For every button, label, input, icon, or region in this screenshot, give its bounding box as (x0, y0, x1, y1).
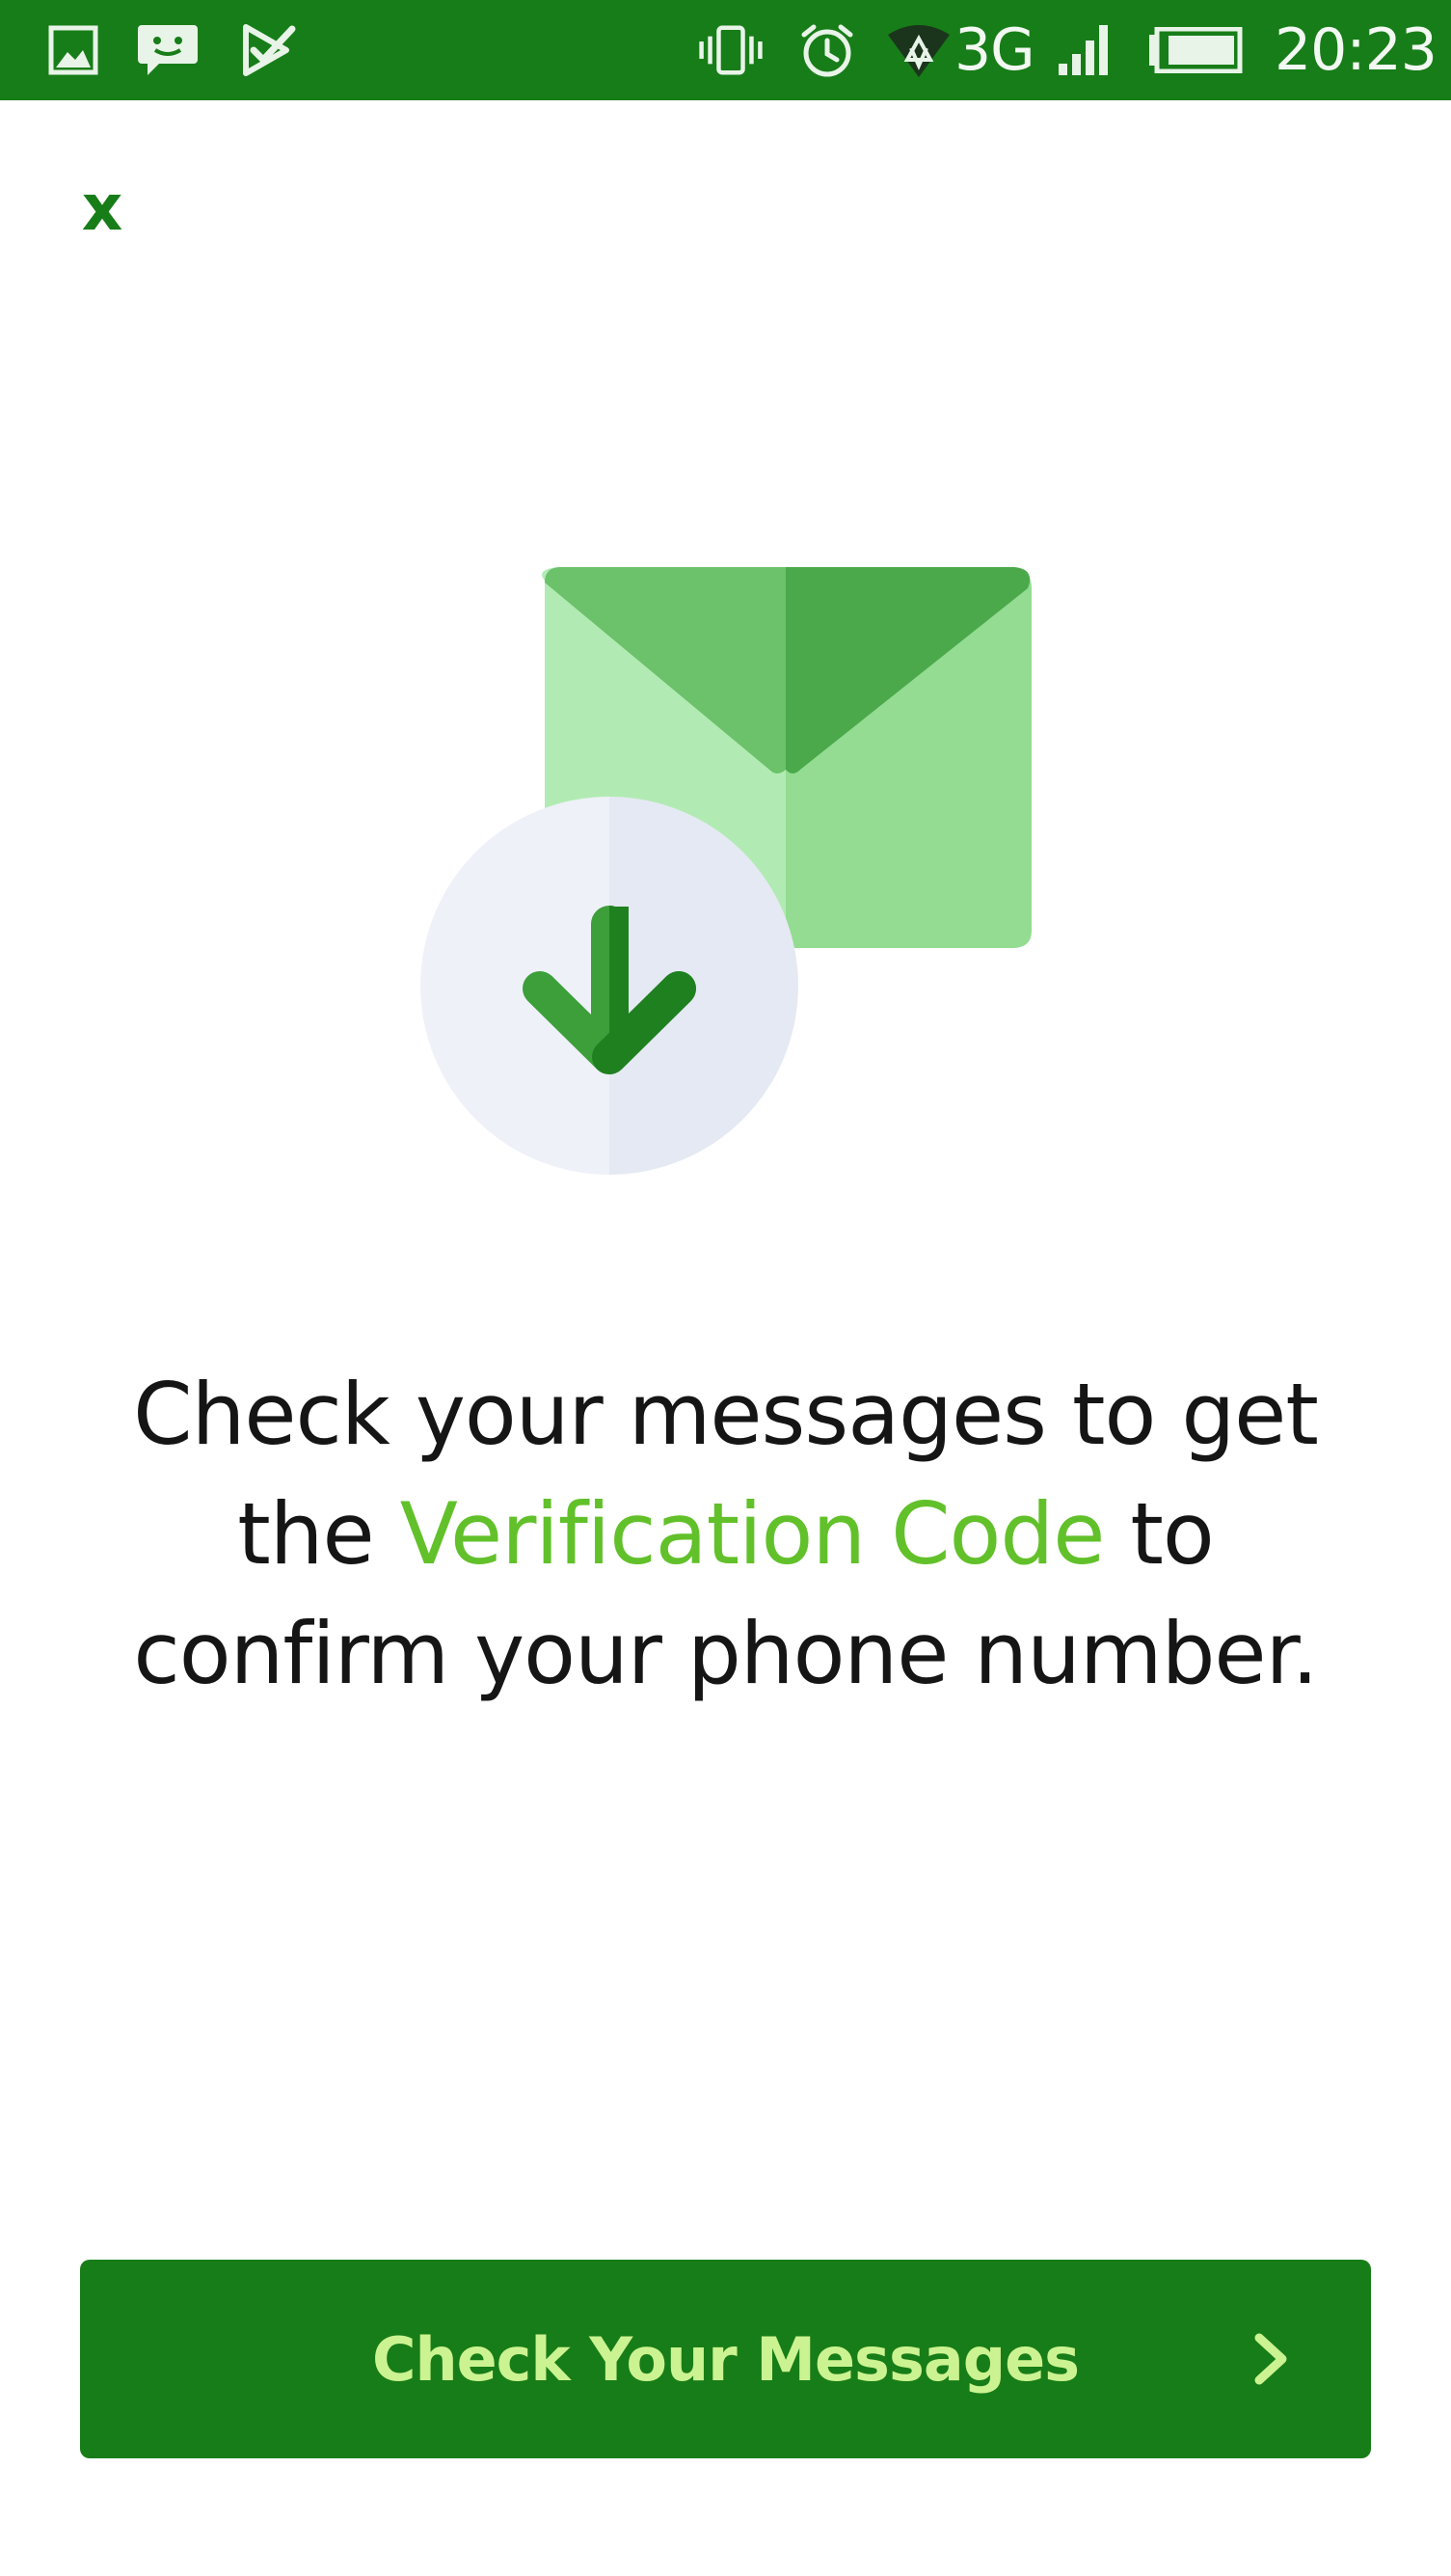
chevron-right-icon (1254, 2333, 1287, 2385)
download-circle-icon (420, 797, 798, 1175)
task-icon (236, 17, 302, 83)
clock: 20:23 (1275, 16, 1438, 84)
vibrate-icon (698, 17, 764, 83)
network-type: 3G (954, 16, 1035, 84)
check-messages-label: Check Your Messages (371, 2323, 1080, 2395)
message-download-illustration (415, 559, 1041, 1181)
wifi-icon (885, 17, 953, 83)
check-messages-button[interactable]: Check Your Messages (80, 2260, 1371, 2458)
battery-icon (1147, 17, 1244, 83)
alarm-icon (794, 17, 860, 83)
chat-icon (135, 17, 201, 83)
verification-code-highlight: Verification Code (399, 1484, 1106, 1584)
instruction-text: Check your messages to get the Verificat… (96, 1355, 1355, 1714)
close-label: x (81, 171, 123, 245)
close-button[interactable]: x (67, 174, 137, 243)
gallery-icon (40, 17, 106, 83)
status-bar: 3G 20:23 (0, 0, 1451, 100)
signal-icon (1051, 17, 1116, 83)
